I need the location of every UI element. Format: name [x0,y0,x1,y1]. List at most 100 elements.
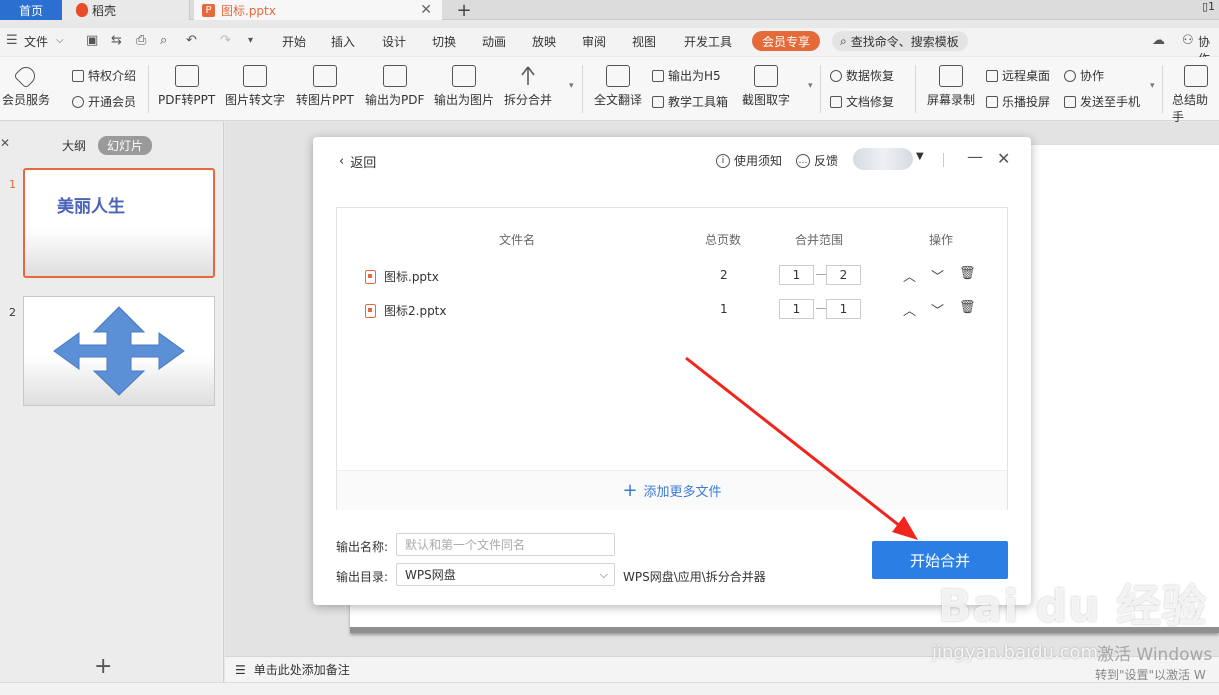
teaching-tools-button[interactable]: 教学工具箱 [652,93,728,110]
tab-slides[interactable]: 幻灯片 [98,136,153,155]
doc-repair-button[interactable]: 文档修复 [830,93,894,110]
new-tab-button[interactable]: + [452,0,476,21]
undo-icon[interactable]: ↶ [186,33,197,48]
output-dir-label: 输出目录: [336,570,389,584]
tab-outline[interactable]: 大纲 [62,137,86,154]
menu-transition[interactable]: 切换 [432,33,456,50]
menu-home[interactable]: 开始 [282,33,306,50]
menu-developer[interactable]: 开发工具 [684,33,732,50]
redo-icon[interactable]: ↷ [220,33,231,48]
delete-icon[interactable]: 🗑 [959,300,976,315]
column-header-pages: 总页数 [705,233,742,247]
image-to-text-button[interactable]: 图片转文字 [225,65,285,108]
cloud-sync-icon[interactable]: ☁ [1152,33,1165,48]
menu-animation[interactable]: 动画 [482,33,506,50]
menu-design[interactable]: 设计 [382,33,406,50]
slide-title: 美丽人生 [57,197,125,217]
usage-notice-link[interactable]: i 使用须知 [716,152,782,169]
summary-assistant-button[interactable]: 总结助手 [1172,65,1219,125]
save-icon[interactable]: ▣ [86,33,98,48]
member-service-label: 会员服务 [2,93,51,107]
output-name-input[interactable]: 默认和第一个文件同名 [396,533,615,556]
collaborate-button[interactable]: 协作 [1064,67,1104,84]
slide-thumbnail-1[interactable]: 美丽人生 [23,168,215,278]
ribbon-more-icon[interactable]: ▾ [1150,81,1155,91]
feedback-link[interactable]: … 反馈 [796,152,838,169]
range-start-input[interactable]: 1 [779,265,814,285]
screenshot-text-label: 截图取字 [742,93,791,107]
export-image-button[interactable]: 输出为图片 [434,65,494,108]
cast-icon [986,95,998,108]
feedback-label: 反馈 [814,154,839,168]
chevron-down-icon[interactable]: ⌵ [56,35,64,46]
print-preview-icon[interactable]: ⌕ [160,33,167,48]
tab-document[interactable]: P 图标.pptx ✕ [194,0,442,20]
close-tab-icon[interactable]: ✕ [420,2,432,18]
column-header-actions: 操作 [929,233,954,247]
tab-home[interactable]: 首页 [0,0,62,20]
vip-button[interactable]: 会员专享 [752,31,820,51]
collapse-panel-icon[interactable]: ✕ [0,136,10,150]
delete-icon[interactable]: 🗑 [959,266,976,281]
menu-file[interactable]: 文件 [24,33,48,50]
quick-access-dropdown-icon[interactable]: ▾ [248,35,253,46]
share-icon[interactable]: ⇆ [111,33,122,48]
output-dir-select[interactable]: WPS网盘 ⌵ [396,563,615,586]
move-down-icon[interactable]: ﹀ [931,300,944,319]
screen-record-button[interactable]: 屏幕录制 [927,65,975,108]
add-more-files-button[interactable]: + 添加更多文件 [337,470,1007,510]
collab-user-icon[interactable]: ⚇ [1182,33,1194,48]
range-end-input[interactable]: 1 [826,299,861,319]
pdf-to-ppt-button[interactable]: PDF转PPT [158,65,215,108]
move-up-icon[interactable]: ︿ [903,266,916,285]
slide-number: 2 [9,306,16,319]
open-member-button[interactable]: 开通会员 [72,93,136,110]
hamburger-menu-icon[interactable]: ☰ [6,33,18,48]
data-recovery-button[interactable]: 数据恢复 [830,67,894,84]
menu-insert[interactable]: 插入 [331,33,355,50]
split-merge-button[interactable]: 拆分合并 [504,65,552,108]
pptx-file-icon: P [202,3,215,17]
cast-screen-button[interactable]: 乐播投屏 [986,93,1050,110]
window-layout-icon[interactable]: ▯1 [1202,0,1215,13]
menu-review[interactable]: 审阅 [582,33,606,50]
slide-thumbnail-2[interactable] [23,296,215,406]
notes-icon: ☰ [235,662,246,677]
print-icon[interactable]: ⎙ [136,33,146,48]
pdf-to-ppt-icon [174,65,199,87]
account-dropdown-icon[interactable]: ▼ [916,151,924,162]
command-search[interactable]: ⌕ 查找命令、搜索模板 [832,31,968,51]
check-circle-icon [72,95,84,108]
ribbon-more-icon[interactable]: ▾ [808,81,813,91]
range-end-input[interactable]: 2 [826,265,861,285]
menu-view[interactable]: 视图 [632,33,656,50]
avatar[interactable] [853,148,913,170]
move-up-icon[interactable]: ︿ [903,300,916,319]
send-to-phone-button[interactable]: 发送至手机 [1064,93,1140,110]
ribbon-separator [148,65,149,113]
back-button[interactable]: ‹ 返回 [339,152,376,171]
member-service-button[interactable]: 会员服务 [2,63,51,108]
privilege-button[interactable]: 特权介绍 [72,67,136,84]
full-translate-button[interactable]: 全文翻译 [594,65,642,108]
output-name-label: 输出名称: [336,540,389,554]
move-down-icon[interactable]: ﹀ [931,266,944,285]
range-start-input[interactable]: 1 [779,299,814,319]
remote-desktop-button[interactable]: 远程桌面 [986,67,1050,84]
export-h5-button[interactable]: 输出为H5 [652,67,721,84]
vip-label: 会员专享 [761,34,810,49]
add-slide-button[interactable]: + [94,654,112,679]
back-label: 返回 [350,156,377,171]
output-name-placeholder: 默认和第一个文件同名 [405,538,526,552]
tab-daoke[interactable]: 稻壳 [62,0,190,20]
close-icon[interactable]: ✕ [997,149,1010,168]
export-h5-label: 输出为H5 [668,69,721,83]
export-image-label: 输出为图片 [434,93,495,107]
recovery-icon [830,69,842,82]
export-pdf-button[interactable]: 输出为PDF [365,65,424,108]
image-ppt-button[interactable]: 转图片PPT [296,65,354,108]
minimize-icon[interactable]: — [967,147,983,166]
menu-slideshow[interactable]: 放映 [532,33,556,50]
ribbon-more-icon[interactable]: ▾ [569,81,574,91]
screenshot-text-button[interactable]: 截图取字 [742,65,790,108]
